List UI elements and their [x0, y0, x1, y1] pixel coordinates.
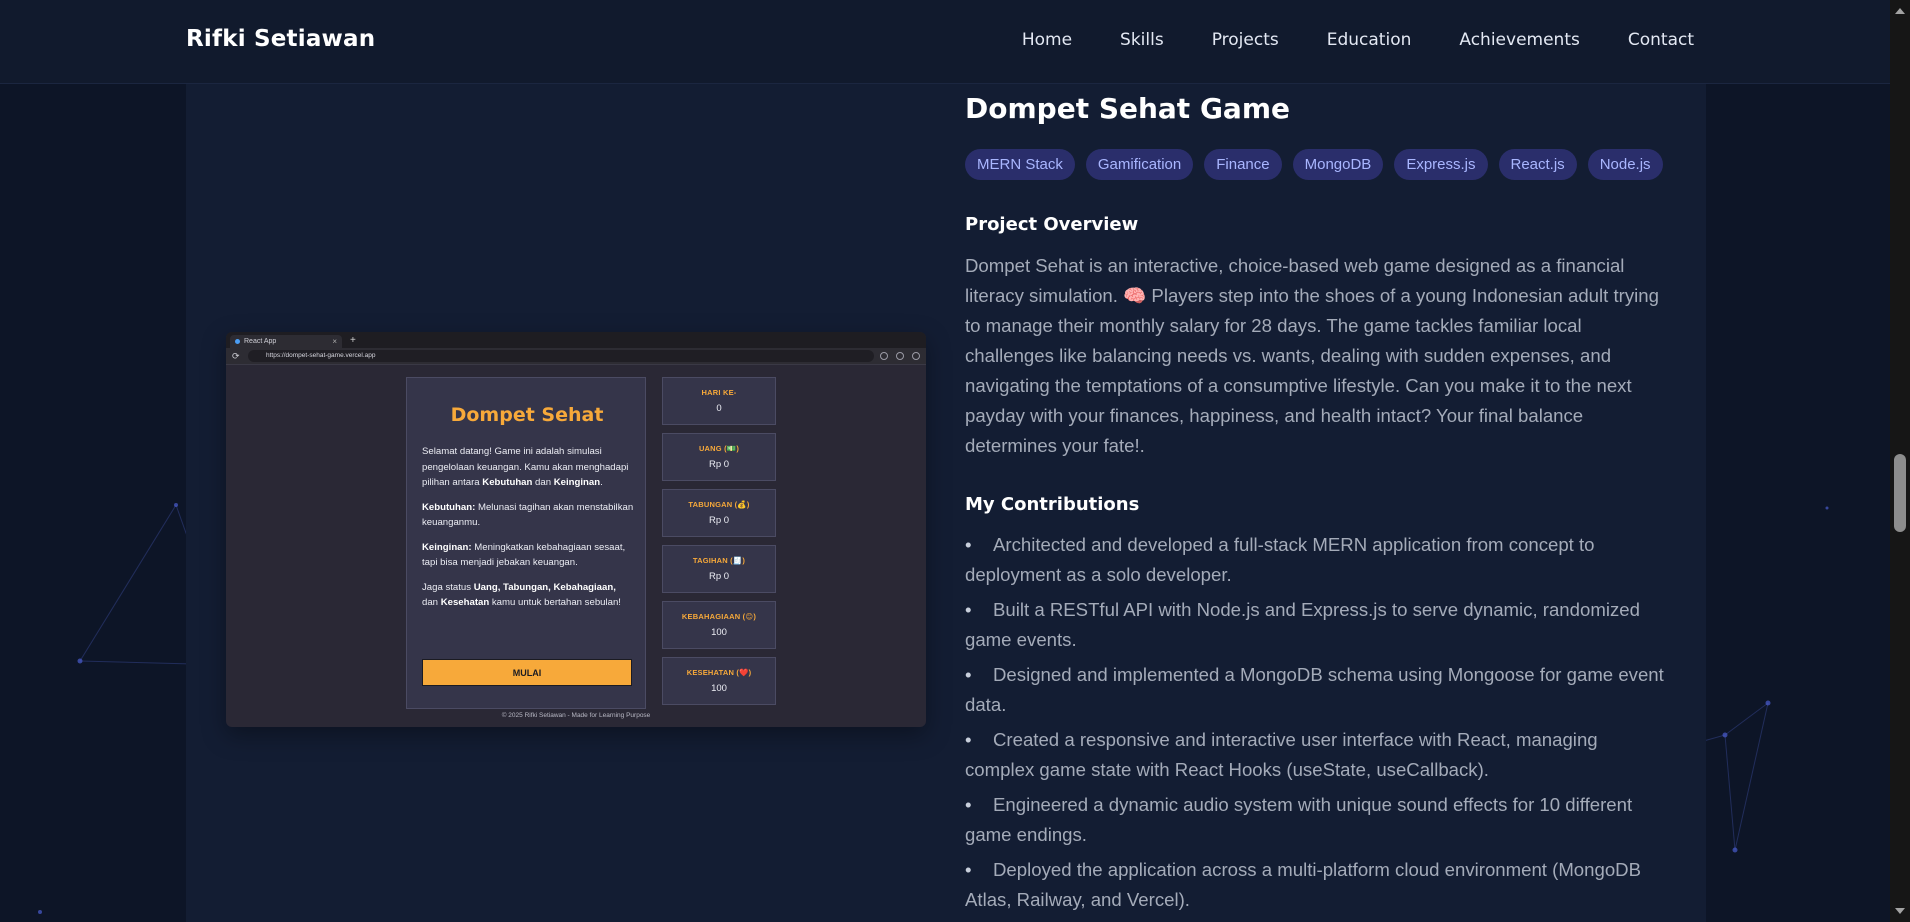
scroll-up-icon[interactable]: [1895, 8, 1905, 14]
stat-label: KESEHATAN (❤️): [686, 668, 752, 677]
stat-health: KESEHATAN (❤️) 100: [662, 657, 776, 705]
new-tab-icon: +: [350, 334, 356, 346]
wants-paragraph: Keinginan: Meningkatkan kebahagiaan sesa…: [422, 541, 626, 569]
stat-value: Rp 0: [708, 515, 730, 526]
top-navbar: Rifki Setiawan Home Skills Projects Educ…: [0, 0, 1890, 84]
stat-value: 0: [716, 403, 722, 414]
tech-tags: MERN Stack Gamification Finance MongoDB …: [965, 149, 1663, 180]
list-item: • Deployed the application across a multi…: [965, 855, 1665, 915]
list-item: • Architected and developed a full-stack …: [965, 530, 1665, 590]
browser-toolbar-icons: [880, 352, 920, 360]
stat-money: UANG (💵) Rp 0: [662, 433, 776, 481]
scroll-thumb[interactable]: [1894, 454, 1906, 532]
game-footer: © 2025 Rifki Setiawan - Made for Learnin…: [501, 712, 651, 719]
stat-label: TABUNGAN (💰): [688, 500, 750, 509]
stat-savings: TABUNGAN (💰) Rp 0: [662, 489, 776, 537]
nav-projects[interactable]: Projects: [1212, 30, 1279, 50]
browser-address-bar: ⟳ https://dompet-sehat-game.vercel.app: [226, 348, 926, 365]
nav-education[interactable]: Education: [1327, 30, 1412, 50]
contributions-list: • Architected and developed a full-stack …: [965, 530, 1665, 920]
overview-text: Dompet Sehat is an interactive, choice-b…: [965, 255, 1659, 456]
tag-nodejs: Node.js: [1587, 149, 1663, 180]
stat-label: TAGIHAN (🧾): [692, 556, 746, 565]
list-item: • Designed and implemented a MongoDB sche…: [965, 660, 1665, 720]
bullet-icon: •: [965, 664, 972, 685]
profile-icon: [912, 352, 920, 360]
stat-value: Rp 0: [708, 459, 730, 470]
browser-tab-title: React App: [244, 338, 277, 345]
game-title: Dompet Sehat: [450, 404, 604, 426]
start-game-button[interactable]: MULAI: [422, 659, 632, 686]
nav-links: Home Skills Projects Education Achieveme…: [1022, 30, 1694, 50]
intro-paragraph: Selamat datang! Game ini adalah simulasi…: [422, 446, 629, 488]
browser-tab: React App ×: [230, 335, 342, 348]
tag-reactjs: React.js: [1498, 149, 1577, 180]
project-screenshot[interactable]: React App × + ⟳ https://dompet-sehat-gam…: [226, 332, 926, 727]
browser-url: https://dompet-sehat-game.vercel.app: [248, 350, 874, 362]
bullet-icon: •: [965, 794, 972, 815]
list-item: • Built a RESTful API with Node.js and Ex…: [965, 595, 1665, 655]
game-viewport: Dompet Sehat Selamat datang! Game ini ad…: [226, 365, 926, 727]
game-stats-panel: HARI KE- 0 UANG (💵) Rp 0 TABUNGAN (💰) Rp…: [662, 377, 776, 713]
stat-bills: TAGIHAN (🧾) Rp 0: [662, 545, 776, 593]
stat-value: Rp 0: [708, 571, 730, 582]
list-item: • Created a responsive and interactive us…: [965, 725, 1665, 785]
scroll-down-icon[interactable]: [1895, 908, 1905, 914]
page-scrollbar[interactable]: [1890, 0, 1910, 922]
bullet-icon: •: [965, 599, 972, 620]
tag-mongodb: MongoDB: [1292, 149, 1384, 180]
list-item: • Engineered a dynamic audio system with …: [965, 790, 1665, 850]
browser-tab-bar: React App × +: [226, 332, 926, 348]
tag-mern-stack: MERN Stack: [965, 149, 1075, 180]
needs-paragraph: Kebutuhan: Melunasi tagihan akan menstab…: [422, 501, 634, 529]
stat-label: UANG (💵): [698, 444, 740, 453]
nav-skills[interactable]: Skills: [1120, 30, 1164, 50]
stat-value: 100: [711, 627, 727, 638]
react-icon: [235, 339, 240, 344]
extension-icon: [880, 352, 888, 360]
nav-achievements[interactable]: Achievements: [1459, 30, 1579, 50]
nav-home[interactable]: Home: [1022, 30, 1072, 50]
stat-day: HARI KE- 0: [662, 377, 776, 425]
star-icon: [896, 352, 904, 360]
close-tab-icon: ×: [332, 337, 337, 346]
nav-contact[interactable]: Contact: [1628, 30, 1694, 50]
tag-expressjs: Express.js: [1394, 149, 1488, 180]
stat-label: KEBAHAGIAAN (😊): [681, 612, 757, 621]
bullet-icon: •: [965, 534, 972, 555]
bullet-icon: •: [965, 729, 972, 750]
tag-finance: Finance: [1204, 149, 1282, 180]
game-intro-panel: Dompet Sehat Selamat datang! Game ini ad…: [406, 377, 646, 709]
tag-gamification: Gamification: [1085, 149, 1194, 180]
brand-logo[interactable]: Rifki Setiawan: [186, 26, 375, 52]
reload-icon: ⟳: [232, 350, 240, 361]
stat-label: HARI KE-: [701, 388, 737, 397]
game-intro-text: Selamat datang! Game ini adalah simulasi…: [422, 444, 634, 620]
bullet-icon: •: [965, 859, 972, 880]
status-paragraph: Jaga status Uang, Tabungan, Kebahagiaan,…: [422, 581, 621, 609]
project-title: Dompet Sehat Game: [965, 92, 1290, 125]
contributions-heading: My Contributions: [965, 494, 1140, 515]
overview-heading: Project Overview: [965, 214, 1139, 235]
stat-happiness: KEBAHAGIAAN (😊) 100: [662, 601, 776, 649]
stat-value: 100: [711, 683, 727, 694]
